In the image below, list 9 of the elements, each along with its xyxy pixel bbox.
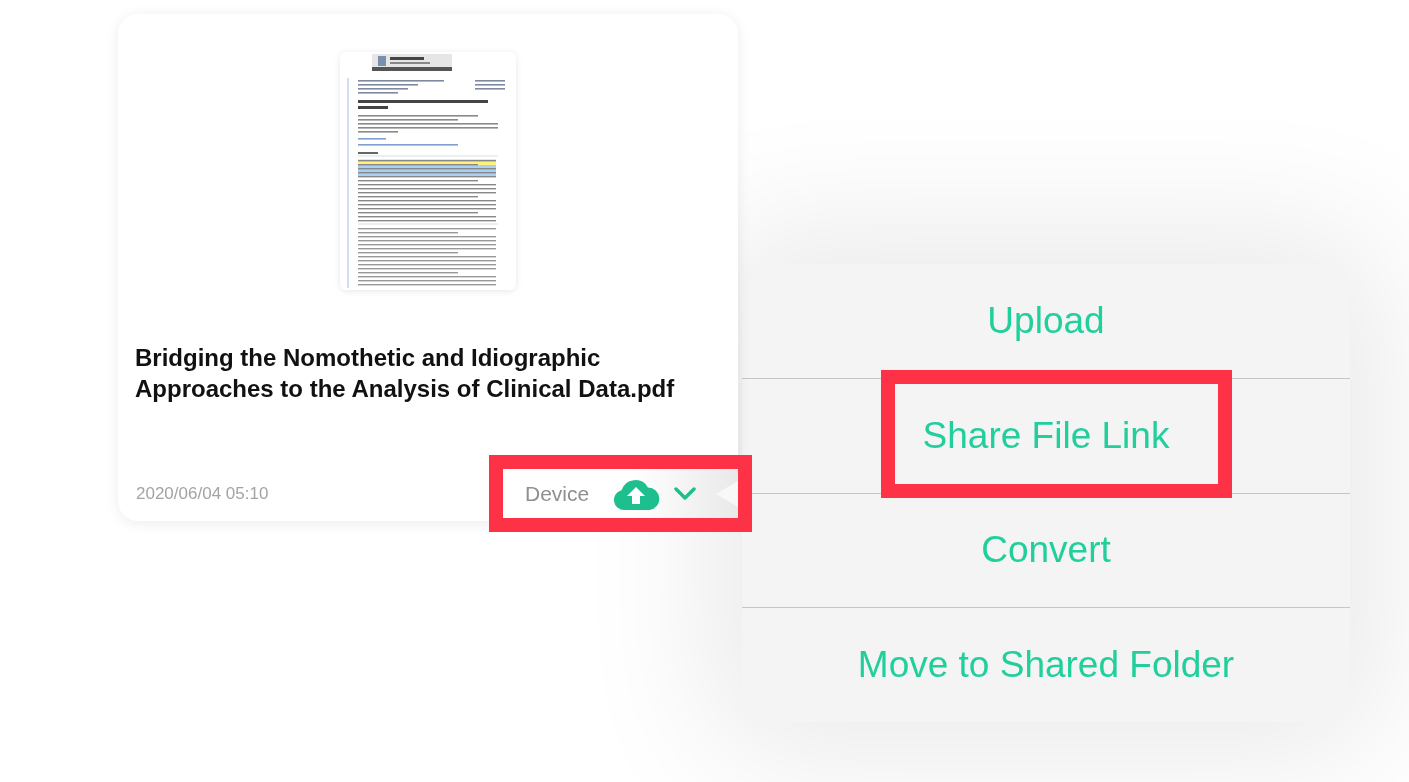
menu-item[interactable]: Convert [981, 528, 1111, 573]
menu-item[interactable]: Move to Shared Folder [857, 643, 1235, 688]
menu-item[interactable]: Upload [987, 298, 1105, 343]
chevron-down-icon[interactable] [674, 486, 697, 501]
location-label: Device [525, 480, 590, 507]
file-date: 2020/06/04 05:10 [136, 482, 269, 505]
menu-item[interactable]: Share File Link [922, 413, 1170, 458]
cloud-upload-icon [612, 477, 661, 510]
file-title: Bridging the Nomothetic and Idiographic Approaches to the Analysis of Clinical Data.pdf [135, 343, 676, 404]
